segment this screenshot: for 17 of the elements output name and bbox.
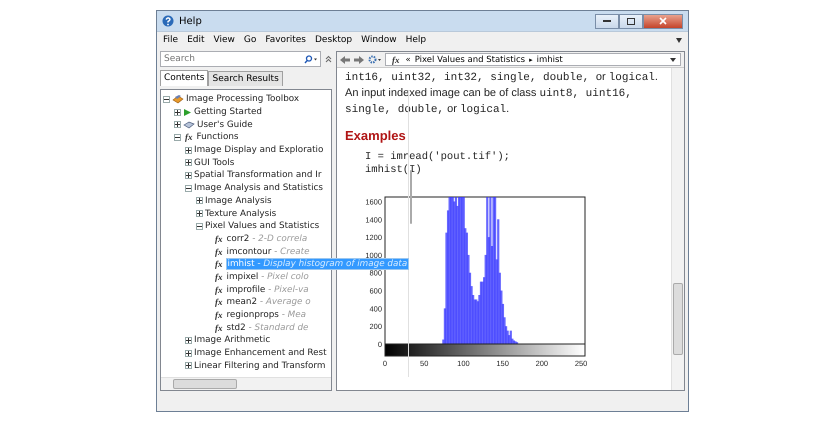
window-title: Help <box>179 16 202 26</box>
breadcrumb-separator: « <box>406 54 411 64</box>
function-icon: fx <box>390 54 402 64</box>
code-line: I = imread('pout.tif'); <box>365 151 511 164</box>
function-icon: fx <box>213 272 224 282</box>
function-icon: fx <box>213 246 224 257</box>
function-icon: fx <box>213 259 224 270</box>
function-icon: fx <box>213 322 224 333</box>
code-line: imhist(I) <box>365 164 423 177</box>
function-icon: fx <box>183 132 194 142</box>
section-heading: Examples <box>345 128 407 143</box>
function-icon: fx <box>213 284 224 295</box>
function-icon: fx <box>213 310 224 320</box>
function-icon: fx <box>213 297 224 308</box>
breadcrumb-current: imhist <box>536 54 563 64</box>
paragraph: int16, uint32, int32, single, double, or logical. An input indexed image can be of class uint8, uint16, single, double, or logical. <box>345 70 659 118</box>
function-icon: fx <box>213 234 224 244</box>
